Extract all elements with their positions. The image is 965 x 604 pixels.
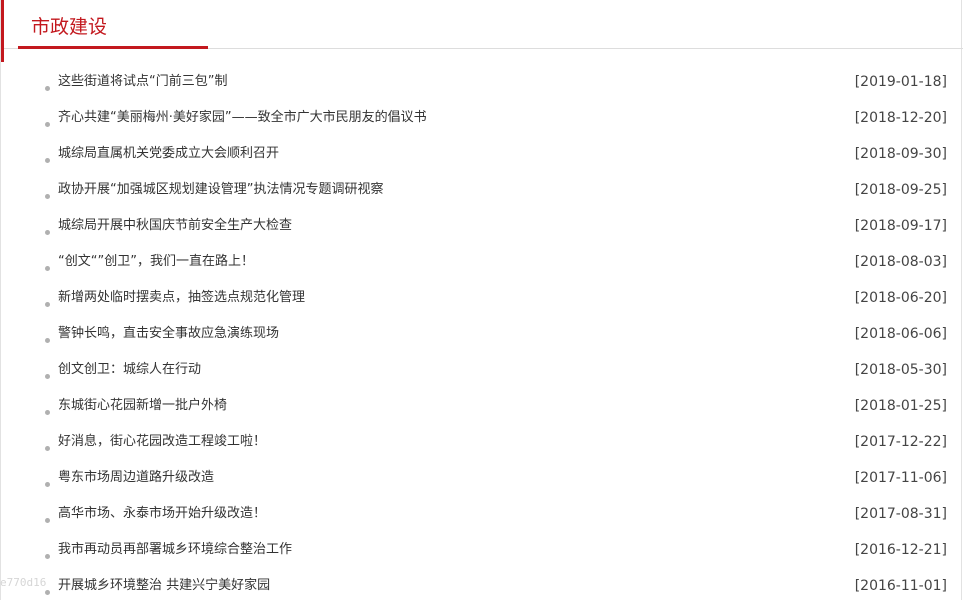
news-title-link[interactable]: 我市再动员再部署城乡环境综合整治工作 xyxy=(58,541,292,559)
bullet-icon xyxy=(45,554,50,559)
bullet-icon xyxy=(45,230,50,235)
bullet-icon xyxy=(45,446,50,451)
list-item[interactable]: 齐心共建“美丽梅州·美好家园”——致全市广大市民朋友的倡议书 [2018-12-2… xyxy=(1,100,963,136)
news-title-link[interactable]: “创文“”创卫”，我们一直在路上！ xyxy=(58,253,254,271)
bullet-icon xyxy=(45,338,50,343)
list-item[interactable]: 警钟长鸣，直击安全事故应急演练现场 [2018-06-06] xyxy=(1,316,963,352)
list-item[interactable]: 好消息，街心花园改造工程竣工啦！ [2017-12-22] xyxy=(1,424,963,460)
news-title-link[interactable]: 警钟长鸣，直击安全事故应急演练现场 xyxy=(58,325,279,343)
news-title-link[interactable]: 这些街道将试点“门前三包”制 xyxy=(58,73,227,91)
list-item[interactable]: 开展城乡环境整治 共建兴宁美好家园 [2016-11-01] xyxy=(1,568,963,604)
bullet-icon xyxy=(45,410,50,415)
list-item[interactable]: 政协开展“加强城区规划建设管理”执法情况专题调研视察 [2018-09-25] xyxy=(1,172,963,208)
news-date: [2018-08-03] xyxy=(854,254,947,270)
bullet-icon xyxy=(45,374,50,379)
news-title-link[interactable]: 创文创卫：城综人在行动 xyxy=(58,361,201,379)
list-item[interactable]: 高华市场、永泰市场开始升级改造！ [2017-08-31] xyxy=(1,496,963,532)
bullet-icon xyxy=(45,158,50,163)
bullet-icon xyxy=(45,266,50,271)
bullet-icon xyxy=(45,302,50,307)
news-title-link[interactable]: 高华市场、永泰市场开始升级改造！ xyxy=(58,505,266,523)
header-accent-bar xyxy=(1,0,4,62)
news-date: [2016-12-21] xyxy=(854,542,947,558)
news-title-link[interactable]: 好消息，街心花园改造工程竣工啦！ xyxy=(58,433,266,451)
list-item[interactable]: “创文“”创卫”，我们一直在路上！ [2018-08-03] xyxy=(1,244,963,280)
news-date: [2018-09-17] xyxy=(854,218,947,234)
bullet-icon xyxy=(45,194,50,199)
list-item[interactable]: 我市再动员再部署城乡环境综合整治工作 [2016-12-21] xyxy=(1,532,963,568)
title-underline xyxy=(18,46,208,49)
news-title-link[interactable]: 粤东市场周边道路升级改造 xyxy=(58,469,214,487)
news-date: [2017-08-31] xyxy=(854,506,947,522)
news-title-link[interactable]: 城综局开展中秋国庆节前安全生产大检查 xyxy=(58,217,292,235)
news-title-link[interactable]: 东城街心花园新增一批户外椅 xyxy=(58,397,227,415)
bullet-icon xyxy=(45,518,50,523)
list-item[interactable]: 城综局直属机关党委成立大会顺利召开 [2018-09-30] xyxy=(1,136,963,172)
watermark-text: e770d16 xyxy=(0,576,47,589)
news-title-link[interactable]: 政协开展“加强城区规划建设管理”执法情况专题调研视察 xyxy=(58,181,383,199)
news-date: [2018-06-20] xyxy=(854,290,947,306)
news-date: [2018-09-30] xyxy=(854,146,947,162)
list-item[interactable]: 粤东市场周边道路升级改造 [2017-11-06] xyxy=(1,460,963,496)
section-title: 市政建设 xyxy=(31,16,108,38)
bullet-icon xyxy=(45,122,50,127)
news-panel: 市政建设 这些街道将试点“门前三包”制 [2019-01-18] 齐心共建“美丽梅州… xyxy=(0,0,963,600)
news-date: [2017-12-22] xyxy=(854,434,947,450)
news-title-link[interactable]: 新增两处临时摆卖点，抽签选点规范化管理 xyxy=(58,289,305,307)
bullet-icon xyxy=(45,86,50,91)
news-date: [2019-01-18] xyxy=(854,74,947,90)
news-title-link[interactable]: 齐心共建“美丽梅州·美好家园”——致全市广大市民朋友的倡议书 xyxy=(58,109,427,127)
list-item[interactable]: 东城街心花园新增一批户外椅 [2018-01-25] xyxy=(1,388,963,424)
news-date: [2018-05-30] xyxy=(854,362,947,378)
list-item[interactable]: 城综局开展中秋国庆节前安全生产大检查 [2018-09-17] xyxy=(1,208,963,244)
bullet-icon xyxy=(45,482,50,487)
bullet-icon xyxy=(45,590,50,595)
news-date: [2018-09-25] xyxy=(854,182,947,198)
section-header: 市政建设 xyxy=(1,0,963,62)
news-title-link[interactable]: 开展城乡环境整治 共建兴宁美好家园 xyxy=(58,577,270,595)
news-date: [2017-11-06] xyxy=(854,470,947,486)
news-date: [2018-12-20] xyxy=(854,110,947,126)
list-item[interactable]: 新增两处临时摆卖点，抽签选点规范化管理 [2018-06-20] xyxy=(1,280,963,316)
list-item[interactable]: 这些街道将试点“门前三包”制 [2019-01-18] xyxy=(1,64,963,100)
news-date: [2018-06-06] xyxy=(854,326,947,342)
news-title-link[interactable]: 城综局直属机关党委成立大会顺利召开 xyxy=(58,145,279,163)
news-date: [2016-11-01] xyxy=(854,578,947,594)
list-item[interactable]: 创文创卫：城综人在行动 [2018-05-30] xyxy=(1,352,963,388)
news-date: [2018-01-25] xyxy=(854,398,947,414)
